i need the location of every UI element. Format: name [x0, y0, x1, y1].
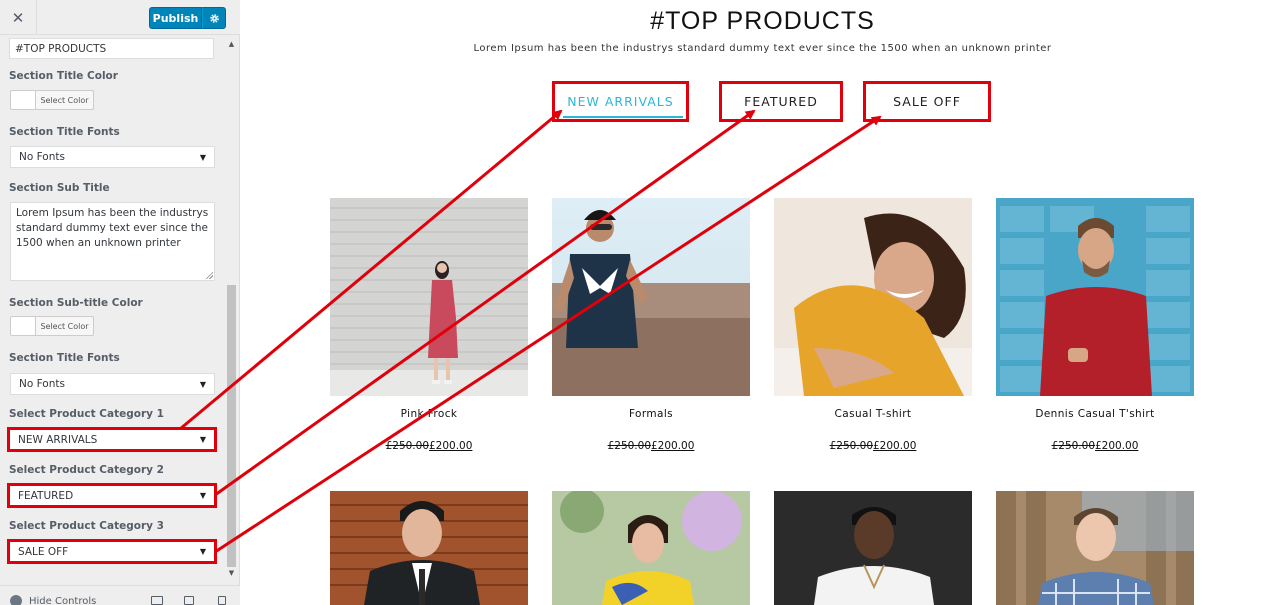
tab-label: SALE OFF	[893, 94, 961, 109]
select-color-label: Select Color	[40, 321, 89, 331]
product-image[interactable]	[996, 198, 1194, 396]
product-price: £250.00£200.00	[774, 440, 972, 452]
sale-price: £200.00	[873, 440, 917, 452]
caret-down-icon: ▼	[199, 435, 206, 444]
sale-price: £200.00	[651, 440, 695, 452]
caret-down-icon: ▼	[199, 491, 206, 500]
customizer-header: ✕ Publish	[0, 0, 240, 35]
sub-title-color-label: Section Sub-title Color	[9, 297, 143, 309]
old-price: £250.00	[829, 440, 873, 452]
sale-price: £200.00	[1095, 440, 1139, 452]
title-color-label: Section Title Color	[9, 70, 118, 82]
product-image[interactable]	[552, 491, 750, 605]
gear-icon	[209, 13, 219, 23]
product-price: £250.00£200.00	[552, 440, 750, 452]
publish-settings-button[interactable]	[202, 7, 226, 29]
sub-title-color-picker[interactable]: Select Color	[10, 316, 94, 336]
tab-label: FEATURED	[744, 94, 818, 109]
title-fonts-label: Section Title Fonts	[9, 126, 120, 138]
tab-sale-off[interactable]: SALE OFF	[863, 81, 991, 122]
product-image[interactable]	[774, 198, 972, 396]
select-color-label: Select Color	[40, 95, 89, 105]
category-3-select[interactable]: SALE OFF ▼	[7, 539, 217, 564]
site-preview: #TOP PRODUCTS Lorem Ipsum has been the i…	[241, 0, 1284, 605]
product-image[interactable]	[330, 198, 528, 396]
product-name[interactable]: Casual T-shirt	[774, 408, 972, 420]
desktop-preview-icon[interactable]	[151, 596, 163, 605]
category-2-select[interactable]: FEATURED ▼	[7, 483, 217, 508]
category-2-value: FEATURED	[18, 489, 74, 502]
old-price: £250.00	[385, 440, 429, 452]
title-fonts-value: No Fonts	[19, 151, 65, 163]
section-title: #TOP PRODUCTS	[650, 7, 875, 35]
tab-new-arrivals[interactable]: NEW ARRIVALS	[552, 81, 689, 122]
product-name[interactable]: Dennis Casual T'shirt	[996, 408, 1194, 420]
sidebar-scrollbar[interactable]: ▲ ▼	[226, 35, 237, 580]
product-name[interactable]: Formals	[552, 408, 750, 420]
publish-button[interactable]: Publish	[149, 7, 202, 29]
color-swatch	[11, 91, 36, 109]
tab-label: NEW ARRIVALS	[567, 94, 674, 109]
product-price: £250.00£200.00	[330, 440, 528, 452]
product-name[interactable]: Pink Frock	[330, 408, 528, 420]
tablet-preview-icon[interactable]	[184, 596, 194, 605]
customizer-sidebar: ✕ Publish #TOP PRODUCTS Section Title Co…	[0, 0, 240, 605]
mobile-preview-icon[interactable]	[218, 596, 226, 605]
category-2-label: Select Product Category 2	[9, 464, 164, 476]
category-1-select[interactable]: NEW ARRIVALS ▼	[7, 427, 217, 452]
sub-title-label: Section Sub Title	[9, 182, 110, 194]
caret-down-icon: ▼	[199, 547, 206, 556]
product-image[interactable]	[774, 491, 972, 605]
active-tab-underline	[563, 116, 683, 118]
scroll-up-icon[interactable]: ▲	[226, 39, 237, 49]
tab-featured[interactable]: FEATURED	[719, 81, 843, 122]
section-title-input[interactable]: #TOP PRODUCTS	[9, 38, 214, 59]
scroll-thumb[interactable]	[227, 285, 236, 567]
hide-controls-button[interactable]: Hide Controls	[10, 595, 96, 605]
sub-title-fonts-value: No Fonts	[19, 378, 65, 390]
close-icon[interactable]: ✕	[0, 0, 37, 35]
controls-panel: #TOP PRODUCTS Section Title Color Select…	[0, 35, 225, 580]
product-image[interactable]	[330, 491, 528, 605]
product-price: £250.00£200.00	[996, 440, 1194, 452]
caret-down-icon: ▼	[199, 152, 206, 162]
sub-title-fonts-label: Section Title Fonts	[9, 352, 120, 364]
caret-down-icon: ▼	[199, 379, 206, 389]
scroll-down-icon[interactable]: ▼	[226, 568, 237, 578]
category-3-value: SALE OFF	[18, 545, 69, 558]
hide-controls-label: Hide Controls	[29, 595, 97, 605]
sub-title-text: Lorem Ipsum has been the industrys stand…	[16, 207, 209, 249]
sub-title-textarea[interactable]: Lorem Ipsum has been the industrys stand…	[10, 202, 215, 281]
color-swatch	[11, 317, 36, 335]
old-price: £250.00	[1051, 440, 1095, 452]
category-3-label: Select Product Category 3	[9, 520, 164, 532]
product-image[interactable]	[996, 491, 1194, 605]
title-color-picker[interactable]: Select Color	[10, 90, 94, 110]
title-fonts-select[interactable]: No Fonts ▼	[10, 146, 215, 168]
product-image[interactable]	[552, 198, 750, 396]
category-1-label: Select Product Category 1	[9, 408, 164, 420]
collapse-icon	[10, 595, 22, 605]
customizer-footer: Hide Controls	[0, 585, 240, 605]
section-subtitle: Lorem Ipsum has been the industrys stand…	[473, 43, 1052, 54]
old-price: £250.00	[607, 440, 651, 452]
category-1-value: NEW ARRIVALS	[18, 433, 98, 446]
sub-title-fonts-select[interactable]: No Fonts ▼	[10, 373, 215, 395]
sale-price: £200.00	[429, 440, 473, 452]
resize-handle-icon[interactable]	[205, 271, 213, 279]
